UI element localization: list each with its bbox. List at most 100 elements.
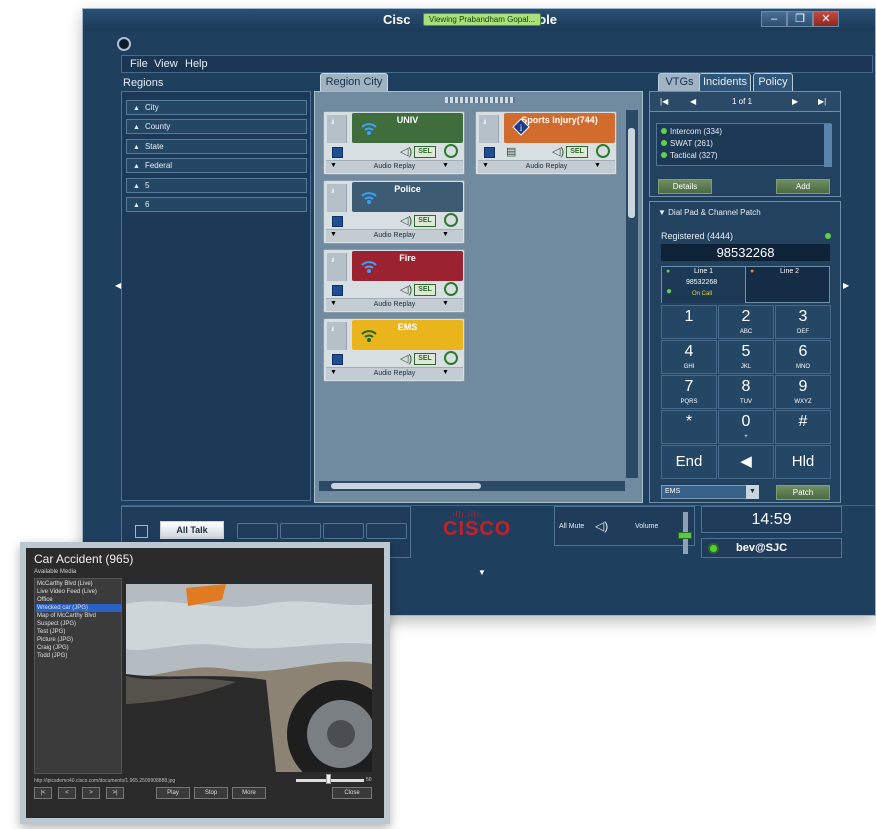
prev-media-button[interactable]: <: [58, 787, 76, 799]
dropdown-left-icon[interactable]: ▼: [482, 162, 489, 169]
next-page-icon[interactable]: ▶: [792, 97, 798, 106]
document-icon[interactable]: ▤: [506, 145, 516, 158]
channel-card-sports-injury[interactable]: .ıll Sports Injury(744) i ▤ ◁) SEL Audio…: [475, 111, 617, 175]
keypad-key[interactable]: 6 MNO: [775, 340, 831, 374]
media-list-item[interactable]: Live Video Feed (Live): [36, 588, 122, 596]
sel-button[interactable]: SEL: [414, 353, 436, 365]
keypad-key[interactable]: 4 GHI: [661, 340, 717, 374]
drag-handle[interactable]: [445, 97, 515, 103]
dropdown-right-icon[interactable]: ▼: [442, 162, 449, 169]
horizontal-scroll-thumb[interactable]: [331, 483, 481, 489]
region-city[interactable]: ▲ City: [126, 100, 307, 115]
dropdown-left-icon[interactable]: ▼: [330, 162, 337, 169]
channel-checkbox[interactable]: [332, 285, 343, 296]
media-list-item[interactable]: Craig (JPG): [36, 644, 122, 652]
maximize-button[interactable]: ❐: [787, 11, 813, 27]
last-page-icon[interactable]: ▶|: [818, 97, 826, 106]
dropdown-right-icon[interactable]: ▼: [442, 300, 449, 307]
media-list-item[interactable]: Test (JPG): [36, 628, 122, 636]
media-list-item[interactable]: Office: [36, 596, 122, 604]
zoom-slider-knob[interactable]: [326, 774, 331, 784]
tab-vtgs[interactable]: VTGs: [658, 73, 701, 91]
channel-card-police[interactable]: .ıll Police ◁) SEL Audio Replay ▼ ▼: [323, 180, 465, 244]
media-list-item[interactable]: Picture (JPG): [36, 636, 122, 644]
sel-button[interactable]: SEL: [414, 215, 436, 227]
dropdown-right-icon[interactable]: ▼: [442, 369, 449, 376]
stop-button[interactable]: Stop: [194, 787, 228, 799]
keypad-key[interactable]: 7 PQRS: [661, 375, 717, 409]
close-viewer-button[interactable]: Close: [332, 787, 372, 799]
media-list-item[interactable]: Map of McCarthy Blvd: [36, 612, 122, 620]
keypad-key[interactable]: 0 +: [718, 410, 774, 444]
speaker-icon[interactable]: ◁): [400, 283, 412, 296]
collapse-right-icon[interactable]: ▶: [843, 281, 849, 290]
media-list-item[interactable]: Todd (JPG): [36, 652, 122, 660]
vertical-scroll-thumb[interactable]: [628, 128, 635, 218]
channel-checkbox[interactable]: [484, 147, 495, 158]
tab-region-city[interactable]: Region City: [320, 73, 388, 91]
keypad-key[interactable]: #: [775, 410, 831, 444]
dial-number-field[interactable]: 98532268: [661, 244, 830, 261]
region-state[interactable]: ▲ State: [126, 139, 307, 154]
keypad-key[interactable]: 8 TUV: [718, 375, 774, 409]
dropdown-right-icon[interactable]: ▼: [594, 162, 601, 169]
collapse-left-icon[interactable]: ◀: [115, 281, 121, 290]
speaker-icon[interactable]: ◁): [400, 214, 412, 227]
prev-page-icon[interactable]: ◀: [690, 97, 696, 106]
talk-slot[interactable]: [323, 523, 364, 539]
keypad-key[interactable]: *: [661, 410, 717, 444]
chevron-down-icon[interactable]: ▼: [746, 485, 759, 499]
keypad-key[interactable]: ◀: [718, 445, 774, 479]
last-media-button[interactable]: >|: [106, 787, 124, 799]
keypad-key[interactable]: Hld: [775, 445, 831, 479]
details-button[interactable]: Details: [658, 179, 712, 194]
channel-card-univ[interactable]: .ıll UNIV ◁) SEL Audio Replay ▼ ▼: [323, 111, 465, 175]
menu-file[interactable]: File: [130, 58, 148, 70]
dropdown-left-icon[interactable]: ▼: [330, 231, 337, 238]
region-6[interactable]: ▲ 6: [126, 197, 307, 212]
channel-checkbox[interactable]: [332, 354, 343, 365]
region-5[interactable]: ▲ 5: [126, 178, 307, 193]
all-talk-checkbox[interactable]: [135, 525, 148, 538]
channel-checkbox[interactable]: [332, 216, 343, 227]
first-media-button[interactable]: |<: [34, 787, 52, 799]
media-list-item[interactable]: Suspect (JPG): [36, 620, 122, 628]
line-2-label[interactable]: Line 2: [780, 268, 799, 275]
keypad-key[interactable]: End: [661, 445, 717, 479]
menu-help[interactable]: Help: [185, 58, 208, 70]
dial-pad-title[interactable]: ▼ Dial Pad & Channel Patch: [658, 208, 761, 217]
replay-icon[interactable]: [444, 282, 458, 296]
sel-button[interactable]: SEL: [414, 284, 436, 296]
menu-view[interactable]: View: [154, 58, 178, 70]
region-federal[interactable]: ▲ Federal: [126, 158, 307, 173]
keypad-key[interactable]: 5 JKL: [718, 340, 774, 374]
volume-slider-knob[interactable]: [678, 532, 692, 539]
more-button[interactable]: More: [232, 787, 266, 799]
keypad-key[interactable]: 1: [661, 305, 717, 339]
tab-policy[interactable]: Policy: [753, 73, 793, 91]
all-talk-button[interactable]: All Talk: [160, 521, 224, 539]
next-media-button[interactable]: >: [82, 787, 100, 799]
presence-icon[interactable]: [708, 543, 719, 554]
sel-button[interactable]: SEL: [414, 146, 436, 158]
replay-icon[interactable]: [596, 144, 610, 158]
dropdown-left-icon[interactable]: ▼: [330, 300, 337, 307]
speaker-icon[interactable]: ◁): [552, 145, 564, 158]
keypad-key[interactable]: 3 DEF: [775, 305, 831, 339]
add-button[interactable]: Add: [776, 179, 830, 194]
keypad-key[interactable]: 2 ABC: [718, 305, 774, 339]
talk-slot[interactable]: [237, 523, 278, 539]
patch-channel-select[interactable]: EMS: [661, 485, 756, 499]
replay-icon[interactable]: [444, 351, 458, 365]
speaker-icon[interactable]: ◁): [400, 352, 412, 365]
sel-button[interactable]: SEL: [566, 146, 588, 158]
speaker-icon[interactable]: ◁): [400, 145, 412, 158]
talk-slot[interactable]: [280, 523, 321, 539]
patch-button[interactable]: Patch: [776, 485, 830, 500]
talk-slot[interactable]: [366, 523, 407, 539]
replay-icon[interactable]: [444, 213, 458, 227]
channel-checkbox[interactable]: [332, 147, 343, 158]
vtg-item[interactable]: SWAT (261): [661, 139, 713, 148]
expand-down-icon[interactable]: ▼: [478, 568, 486, 577]
region-county[interactable]: ▲ County: [126, 119, 307, 134]
